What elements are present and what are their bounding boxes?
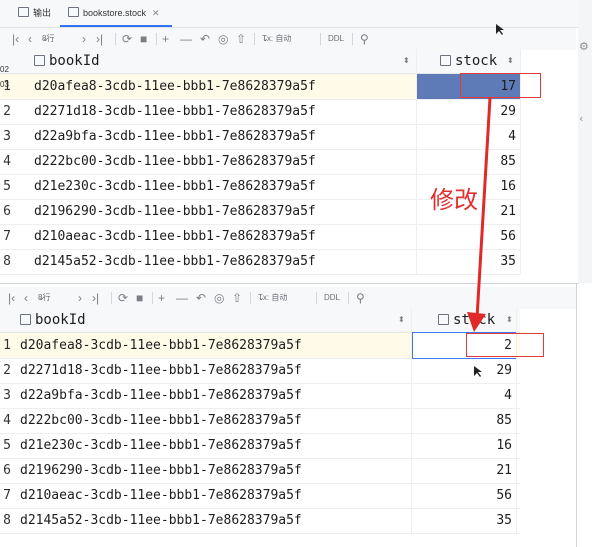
annotation-arrow-head [467,312,486,332]
annotation-arrow-line [475,97,492,319]
mouse-cursor-icon [474,366,482,377]
annotation-arrow-layer [467,97,492,332]
annotation-label: 修改 [430,186,478,214]
mouse-cursor-icon [496,24,504,35]
